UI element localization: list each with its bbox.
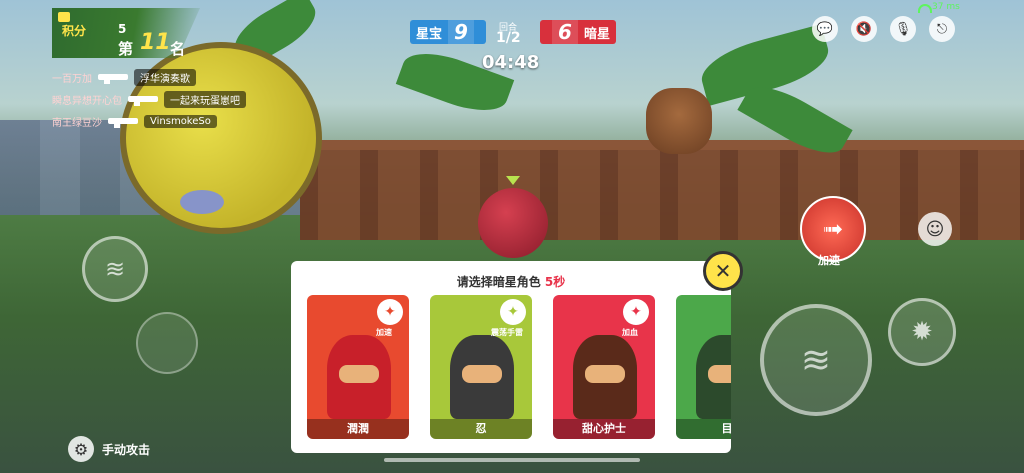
dash-icon: ≋ <box>104 255 126 283</box>
character-name: 甜心护士 <box>553 419 655 439</box>
player-indicator-icon <box>506 176 520 185</box>
emote-button[interactable]: ☺ <box>918 212 952 246</box>
exit-icon: ⎋ <box>936 21 948 37</box>
smile-icon: ☺ <box>925 218 945 240</box>
mic-button[interactable]: 🎙 <box>890 16 916 42</box>
manual-attack-toggle[interactable]: ⚙ 手动攻击 <box>68 436 150 462</box>
close-icon: ✕ <box>714 259 732 283</box>
skill-badge-icon: ✦ <box>377 299 403 325</box>
rank-suffix: 名 <box>170 40 186 58</box>
home-indicator[interactable] <box>384 458 640 462</box>
manual-attack-label: 手动攻击 <box>102 442 151 457</box>
gear-icon: ⚙ <box>68 436 94 462</box>
character-face <box>585 365 625 383</box>
character-name: 潤潤 <box>307 419 409 439</box>
exit-button[interactable]: ⎋ <box>929 16 955 42</box>
team-right-score: 6 暗星 <box>540 20 616 44</box>
character-face <box>339 365 379 383</box>
character-face <box>708 365 731 383</box>
hammer-icon <box>108 118 138 128</box>
trophy-icon <box>58 12 70 22</box>
player-character <box>478 188 548 258</box>
character-card[interactable]: ✦ 加血甜心护士 <box>553 295 655 439</box>
panel-title-text: 请选择暗星角色 <box>456 275 541 289</box>
skill-name: 震荡手雷 <box>491 328 523 337</box>
dash-button[interactable]: ≋ <box>82 236 148 302</box>
character-name: 忍 <box>430 419 532 439</box>
feed-killer: 瞬息异想开心包 <box>52 95 122 107</box>
skill-name: 加速 <box>376 328 392 337</box>
speed-boost-label: 加速 <box>818 254 840 267</box>
kill-feed-row: 瞬息异想开心包 一起来玩蛋崽吧 <box>52 90 246 108</box>
kill-feed-row: 一百万加 浮华演奏歌 <box>52 68 196 86</box>
kill-feed-row: 南王绿豆沙 VinsmokeSo <box>52 113 217 129</box>
jump-icon: ≋ <box>800 339 832 381</box>
wifi-icon <box>918 4 932 13</box>
movement-joystick[interactable] <box>136 312 198 374</box>
wooden-fence <box>300 140 1024 240</box>
mute-icon: 🔇 <box>855 21 873 37</box>
feed-killer: 南王绿豆沙 <box>52 117 102 129</box>
left-team-score: 9 <box>448 20 475 44</box>
bomb-icon: ✹ <box>911 317 933 347</box>
character-name: 目 <box>676 419 731 439</box>
skill-badge-icon: ✦ <box>623 299 649 325</box>
character-card[interactable]: 目 <box>676 295 731 439</box>
skill-button[interactable]: ✹ <box>888 298 956 366</box>
mute-button[interactable]: 🔇 <box>851 16 877 42</box>
rank-number: 11 <box>140 30 171 55</box>
rifle-icon <box>98 74 128 84</box>
skill-name: 加血 <box>622 328 638 337</box>
close-button[interactable]: ✕ <box>703 251 743 291</box>
feed-victim: 一起来玩蛋崽吧 <box>164 90 246 108</box>
ball-spot <box>180 190 224 214</box>
mic-off-icon: 🎙 <box>894 21 912 37</box>
skill-badge-icon: ✦ <box>500 299 526 325</box>
jump-button[interactable]: ≋ <box>760 304 872 416</box>
feed-victim: 浮华演奏歌 <box>134 68 196 86</box>
knife-icon <box>128 96 158 106</box>
score-value: 5 <box>118 22 127 36</box>
round-value: 1/2 <box>496 30 521 46</box>
match-timer: 04:48 <box>482 52 540 73</box>
team-left-score: 星宝 9 <box>410 20 486 44</box>
character-card[interactable]: ✦ 加速潤潤 <box>307 295 409 439</box>
feed-killer: 一百万加 <box>52 73 92 85</box>
character-card-list: ✦ 加速潤潤 ✦ 震荡手雷忍 ✦ 加血甜心护士 目 <box>307 295 731 441</box>
panel-title: 请选择暗星角色 5秒 <box>291 273 731 290</box>
left-team-name: 星宝 <box>416 26 443 42</box>
countdown-text: 5秒 <box>544 275 566 289</box>
rank-prefix: 第 <box>118 40 134 58</box>
ping-value: 37 ms <box>932 2 960 12</box>
right-team-score: 6 <box>551 20 578 44</box>
character-card[interactable]: ✦ 震荡手雷忍 <box>430 295 532 439</box>
chat-icon: 💬 <box>816 21 834 37</box>
right-team-name: 暗星 <box>583 26 610 42</box>
character-face <box>462 365 502 383</box>
speed-boost-icon: ➟ <box>822 215 844 243</box>
score-label: 积分 <box>62 24 87 38</box>
character-select-panel: 请选择暗星角色 5秒 ✦ 加速潤潤 ✦ 震荡手雷忍 ✦ 加血甜心护士 目 <box>291 261 731 453</box>
chat-button[interactable]: 💬 <box>812 16 838 42</box>
feed-victim: VinsmokeSo <box>144 114 217 128</box>
owl-statue <box>646 88 712 154</box>
